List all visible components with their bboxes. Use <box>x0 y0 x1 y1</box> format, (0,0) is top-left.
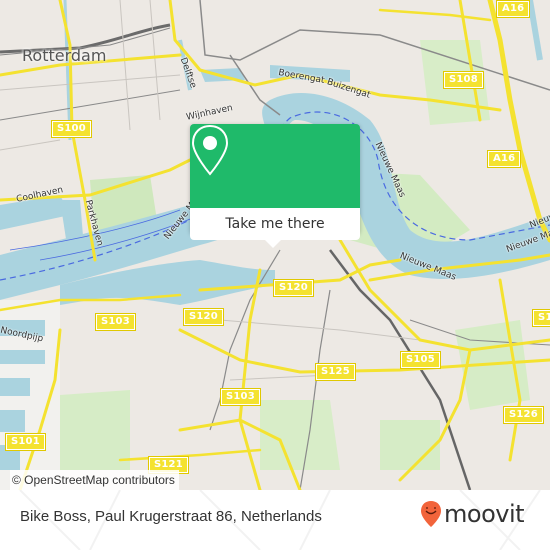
moovit-logo[interactable]: moovit <box>420 500 525 528</box>
map-attribution[interactable]: © OpenStreetMap contributors <box>10 470 179 490</box>
popup-header <box>190 124 360 208</box>
road-shield-a16-2: A16 <box>486 150 522 168</box>
take-me-there-button[interactable]: Take me there <box>190 208 360 240</box>
road-shield-s126: S126 <box>503 406 544 424</box>
road-shield-s120-2: S120 <box>183 308 224 326</box>
popup-pointer <box>265 240 281 248</box>
moovit-wordmark: moovit <box>444 500 525 528</box>
map-pin-icon <box>191 124 229 176</box>
road-shield-s1-partial: S1 <box>532 309 550 327</box>
footer-bar: Bike Boss, Paul Krugerstraat 86, Netherl… <box>0 490 550 550</box>
city-label: Rotterdam <box>22 46 107 65</box>
map-view[interactable]: Rotterdam Boerengat Buizengat Wijnhaven … <box>0 0 550 490</box>
road-shield-s105: S105 <box>400 351 441 369</box>
road-shield-s101: S101 <box>5 433 46 451</box>
moovit-pin-icon <box>421 501 441 527</box>
road-shield-s120: S120 <box>273 279 314 297</box>
road-shield-s108: S108 <box>443 71 484 89</box>
destination-popup: Take me there <box>190 124 360 248</box>
road-shield-s100: S100 <box>51 120 92 138</box>
road-shield-s103-2: S103 <box>220 388 261 406</box>
road-shield-a16: A16 <box>495 0 531 18</box>
road-shield-s103: S103 <box>95 313 136 331</box>
road-shield-s125: S125 <box>315 363 356 381</box>
place-address: Bike Boss, Paul Krugerstraat 86, Netherl… <box>20 508 322 525</box>
